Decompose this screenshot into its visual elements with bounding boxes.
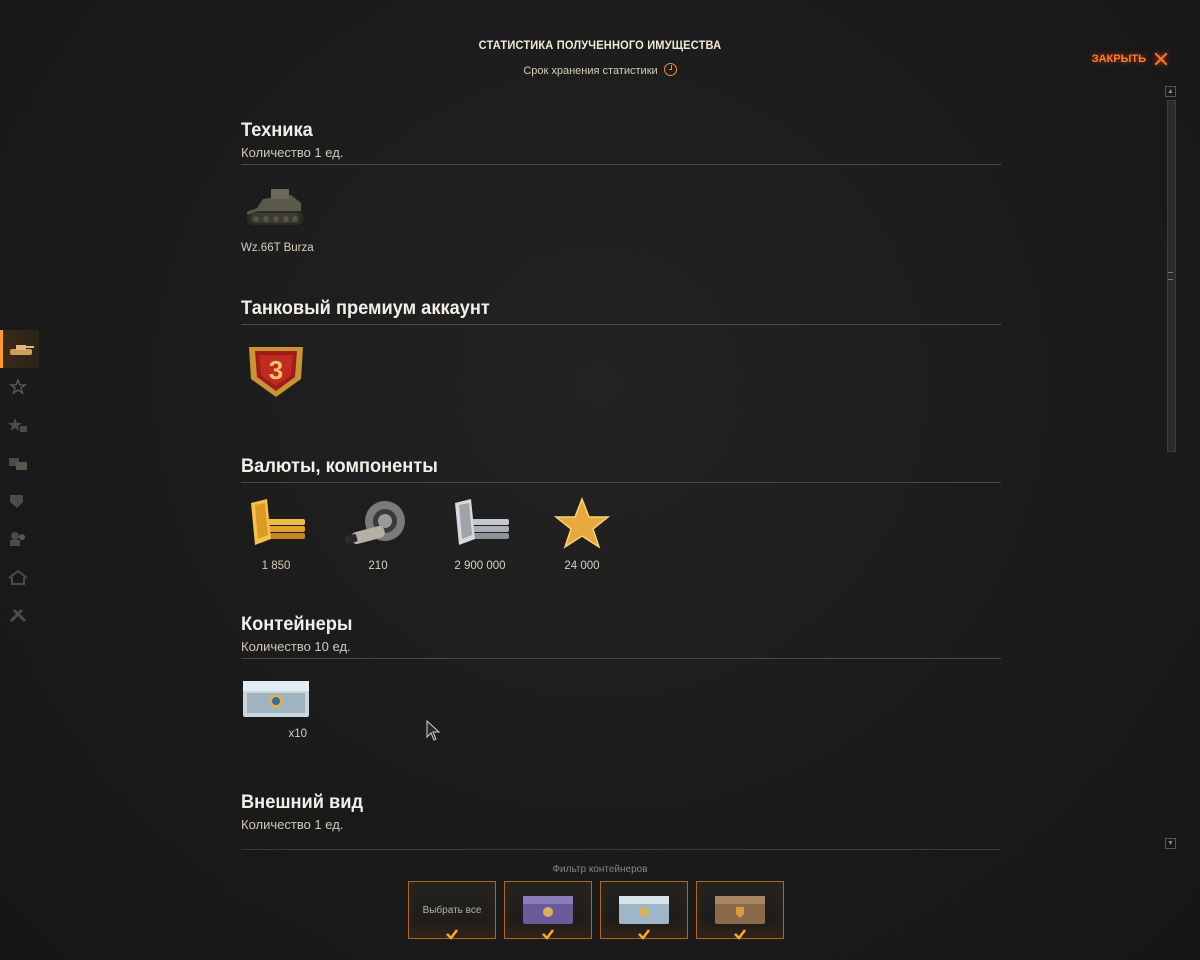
tank-icon <box>10 345 34 355</box>
close-label: ЗАКРЫТЬ <box>1091 53 1146 65</box>
container-bronze-icon <box>715 896 765 924</box>
base-icon <box>8 569 28 585</box>
section-title: Валюты, компоненты <box>241 456 438 477</box>
content-scroll-area[interactable]: Техника Количество 1 ед. Wz.66T Burza Та… <box>241 118 1001 850</box>
select-all-label: Выбрать все <box>422 904 482 916</box>
section-vehicles: Техника Количество 1 ед. Wz.66T Burza <box>241 118 1001 296</box>
crew-icon <box>10 532 25 546</box>
section-appearance: Внешний вид Количество 1 ед. <box>241 790 1001 834</box>
credits-icon <box>455 499 509 545</box>
section-title: Танковый премиум аккаунт <box>241 298 490 319</box>
sidebar-item-appearance[interactable] <box>0 482 36 520</box>
reward-item-premium[interactable]: 3 <box>241 339 311 406</box>
container-filter: Выбрать все <box>408 881 784 940</box>
reward-item-gold[interactable]: 1 850 <box>241 495 311 572</box>
sidebar-item-premium[interactable] <box>0 368 36 406</box>
section-containers: Контейнеры Количество 10 ед. x10 <box>241 612 1001 790</box>
container-count: x10 <box>288 728 307 740</box>
clock-icon[interactable] <box>663 63 677 76</box>
container-silver-icon <box>619 896 669 924</box>
premium-3-days-badge-icon: 3 <box>249 347 303 397</box>
scroll-down-icon[interactable]: ▼ <box>1165 838 1176 849</box>
filter-purple-container-button[interactable] <box>504 881 592 940</box>
credits-amount: 2 900 000 <box>454 560 506 572</box>
divider <box>241 164 1001 165</box>
reward-item-vehicle[interactable]: Wz.66T Burza <box>241 179 314 254</box>
section-premium: Танковый премиум аккаунт 3 <box>241 296 1001 454</box>
sidebar-item-currencies[interactable] <box>0 406 36 444</box>
close-icon <box>1154 52 1168 66</box>
sidebar-item-equipment[interactable] <box>0 596 36 634</box>
section-title: Внешний вид <box>241 792 364 813</box>
divider <box>241 849 1001 850</box>
section-title: Техника <box>241 120 313 141</box>
sidebar-item-crew[interactable] <box>0 520 36 558</box>
camouflage-icon <box>10 495 23 508</box>
gold-amount: 1 850 <box>261 560 291 572</box>
sidebar-item-base[interactable] <box>0 558 36 596</box>
filter-silver-container-button[interactable] <box>600 881 688 940</box>
section-currencies: Валюты, компоненты 1 850 210 2 900 000 2… <box>241 454 1001 612</box>
checkmark-icon <box>734 929 746 940</box>
filter-select-all-button[interactable]: Выбрать все <box>408 881 496 940</box>
checkmark-icon <box>638 929 650 940</box>
sidebar-item-vehicles[interactable] <box>0 330 39 368</box>
checkmark-icon <box>542 929 554 940</box>
close-button[interactable]: ЗАКРЫТЬ <box>1092 52 1168 66</box>
sidebar-item-containers[interactable] <box>0 444 36 482</box>
tools-icon <box>9 608 27 623</box>
storage-info-label: Срок хранения статистики <box>523 65 658 77</box>
container-silver-icon <box>243 681 309 717</box>
free-xp-amount: 24 000 <box>564 560 600 572</box>
container-purple-icon <box>523 896 573 924</box>
parts-amount: 210 <box>368 560 388 572</box>
scroll-up-icon[interactable]: ▲ <box>1165 86 1176 97</box>
reward-item-credits[interactable]: 2 900 000 <box>445 495 515 572</box>
scrollbar-grip <box>1168 272 1173 280</box>
divider <box>241 324 1001 325</box>
premium-star-icon <box>8 378 28 395</box>
checkmark-icon <box>446 929 458 940</box>
filter-bronze-container-button[interactable] <box>696 881 784 940</box>
scrollbar[interactable]: ▲ ▼ <box>1165 86 1176 852</box>
section-count: Количество 1 ед. <box>241 817 344 832</box>
section-count: Количество 10 ед. <box>241 639 351 654</box>
stars-icon <box>8 418 27 432</box>
section-title: Контейнеры <box>241 614 353 635</box>
gold-icon <box>251 499 305 545</box>
premium-days-number: 3 <box>269 355 283 385</box>
reward-item-container[interactable]: x10 <box>241 677 311 740</box>
equipment-parts-icon <box>344 501 405 545</box>
reward-item-equipment-parts[interactable]: 210 <box>343 495 413 572</box>
reward-item-free-xp[interactable]: 24 000 <box>547 495 617 572</box>
section-count: Количество 1 ед. <box>241 145 344 160</box>
mouse-cursor-icon <box>426 720 441 741</box>
storage-info[interactable]: Срок хранения статистики <box>0 63 1200 77</box>
divider <box>241 482 1001 483</box>
page-title: СТАТИСТИКА ПОЛУЧЕННОГО ИМУЩЕСТВА <box>478 38 722 52</box>
tank-icon <box>246 189 303 225</box>
filter-label: Фильтр контейнеров <box>552 864 648 875</box>
container-icon <box>9 458 27 470</box>
divider <box>241 658 1001 659</box>
vehicle-name: Wz.66T Burza <box>241 242 314 254</box>
category-sidebar <box>0 330 39 634</box>
free-xp-star-icon <box>553 496 611 549</box>
